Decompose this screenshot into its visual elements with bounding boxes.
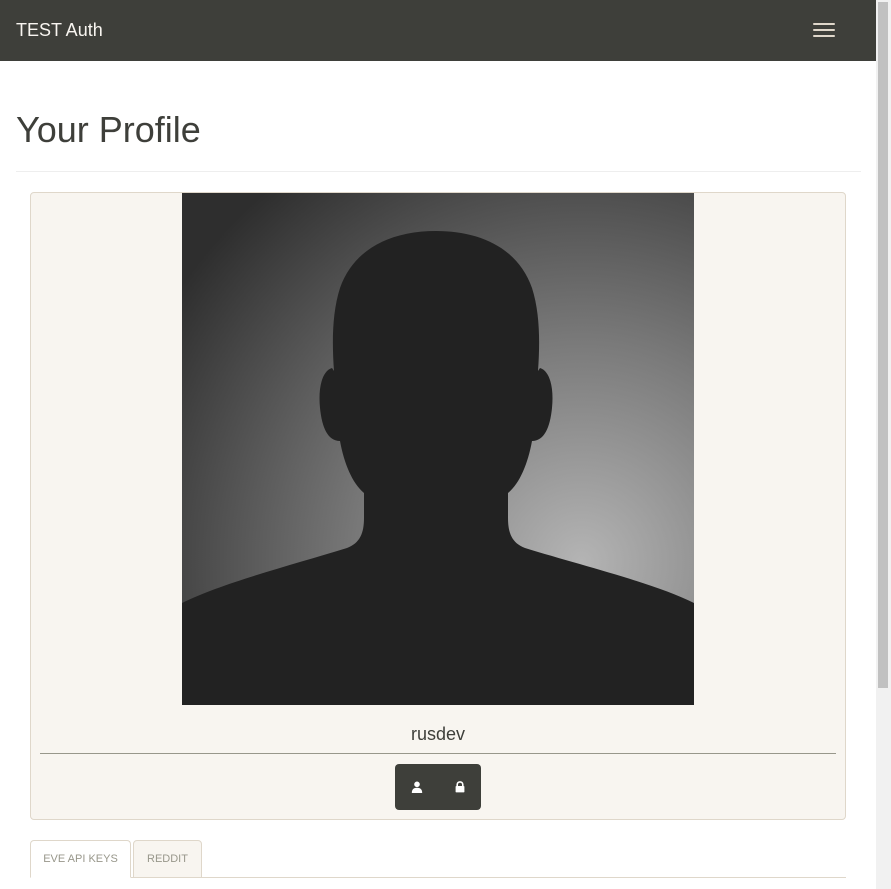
tab-eve-api-keys[interactable]: EVE API Keys — [30, 840, 131, 878]
hamburger-icon-bar — [813, 35, 835, 37]
page-title: Your Profile — [16, 109, 201, 150]
navbar: TEST Auth — [0, 0, 876, 61]
title-divider — [16, 171, 861, 172]
tab-label: EVE API Keys — [43, 853, 118, 865]
change-password-button[interactable] — [438, 764, 481, 810]
lock-icon — [455, 781, 464, 793]
hamburger-icon — [813, 23, 835, 25]
user-icon — [411, 781, 422, 793]
silhouette-icon — [182, 193, 694, 705]
scrollbar-thumb[interactable] — [878, 2, 888, 688]
profile-actions — [395, 764, 481, 810]
profile-username: rusdev — [410, 724, 466, 744]
hamburger-icon-bar — [813, 29, 835, 31]
tab-reddit[interactable]: Reddit — [133, 840, 202, 878]
avatar — [182, 193, 694, 705]
tab-label: Reddit — [147, 853, 188, 865]
username-divider — [40, 753, 836, 754]
profile-button[interactable] — [395, 764, 438, 810]
navbar-toggle-button[interactable] — [796, 12, 852, 48]
navbar-brand[interactable]: TEST Auth — [16, 18, 103, 42]
